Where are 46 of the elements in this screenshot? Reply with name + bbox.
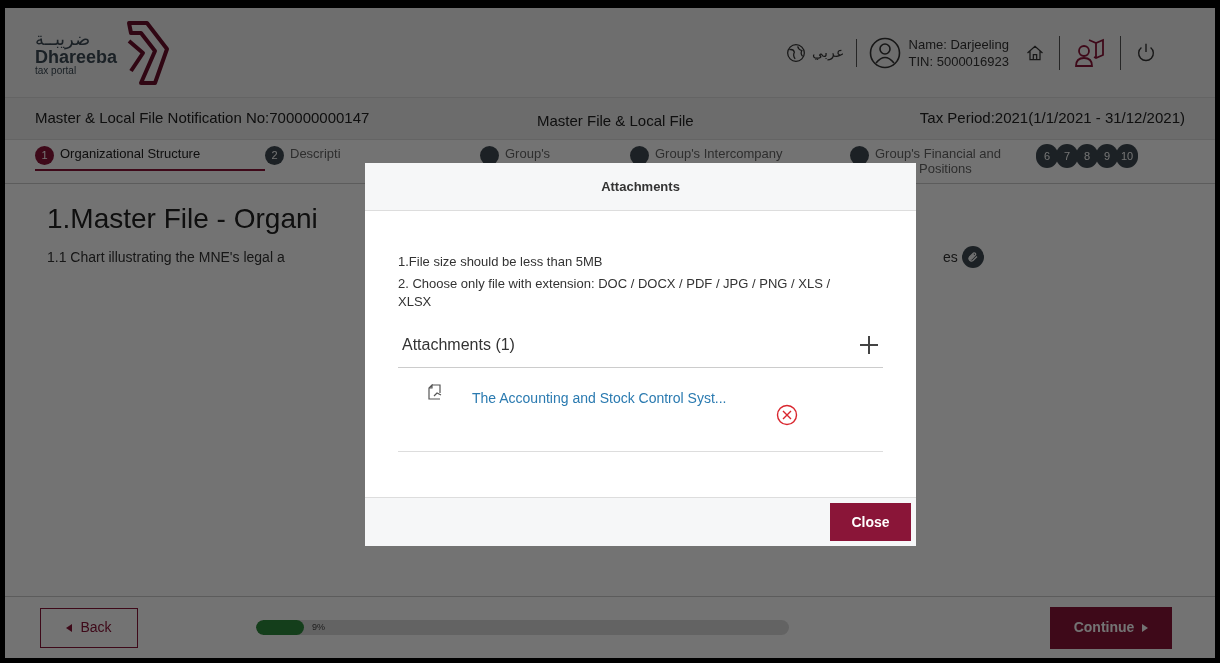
notification-number: Master & Local File Notification No:700000000147 [35, 108, 371, 129]
power-icon[interactable] [1135, 41, 1157, 64]
back-button[interactable]: Back [40, 607, 138, 648]
user-tin: TIN: 5000016923 [908, 52, 1009, 70]
right-triangle-icon [1142, 623, 1149, 632]
close-button[interactable]: Close [830, 503, 911, 541]
question-text: 1.1 Chart illustrating the MNE's legal a [47, 247, 286, 267]
step-label: Organizational Structure [60, 146, 201, 161]
form-title: Master File & Local File [537, 111, 694, 132]
step-number[interactable]: 8 [1076, 144, 1098, 168]
step-number: 2 [265, 146, 284, 165]
step-number[interactable]: 7 [1056, 144, 1078, 168]
step-number[interactable]: 9 [1096, 144, 1118, 168]
language-link[interactable]: عربي [811, 42, 844, 63]
progress-label: 9% [311, 620, 325, 634]
note-text: 2. Choose only file with extension: DOC / DOCX / PDF / JPG / PNG / XLS / XLSX [398, 275, 832, 311]
step-number[interactable]: 10 [1116, 144, 1138, 168]
document-icon [428, 384, 442, 400]
question-text: es [943, 247, 958, 267]
user-icon [868, 36, 901, 69]
step-label: Positions [918, 161, 973, 176]
attachments-heading: Attachments (1) [402, 335, 515, 355]
tax-period: Tax Period:2021(1/1/2021 - 31/12/2021) [919, 108, 1185, 129]
add-icon[interactable] [859, 335, 879, 355]
logo-arabic-text: ضريبــة [35, 29, 91, 48]
note-text: 1.File size should be less than 5MB [398, 253, 604, 271]
continue-button[interactable]: Continue [1050, 606, 1172, 649]
step-tab[interactable]: 2 Descripti [265, 144, 480, 169]
step-tab[interactable]: 1 Organizational Structure [35, 144, 265, 171]
chevron-logo-icon [125, 18, 172, 87]
logo-tagline: tax portal [35, 65, 78, 76]
step-label: Group's Intercompany [655, 146, 783, 161]
paperclip-icon[interactable] [961, 246, 984, 268]
step-label: Group's [505, 146, 551, 161]
user-name: Name: Darjeeling [908, 35, 1009, 53]
globe-icon[interactable] [785, 42, 806, 63]
dialog-title: Attachments [601, 177, 680, 196]
step-number: 1 [35, 146, 54, 165]
user-book-icon[interactable] [1074, 36, 1106, 69]
file-link[interactable]: The Accounting and Stock Control Syst... [472, 388, 727, 409]
step-label: Group's Financial and [875, 146, 1002, 161]
left-triangle-icon [66, 623, 73, 632]
remove-icon[interactable] [776, 404, 799, 426]
step-label: Descripti [290, 146, 341, 161]
page-heading: 1.Master File - Organi [47, 202, 319, 236]
step-number[interactable]: 6 [1036, 144, 1058, 168]
